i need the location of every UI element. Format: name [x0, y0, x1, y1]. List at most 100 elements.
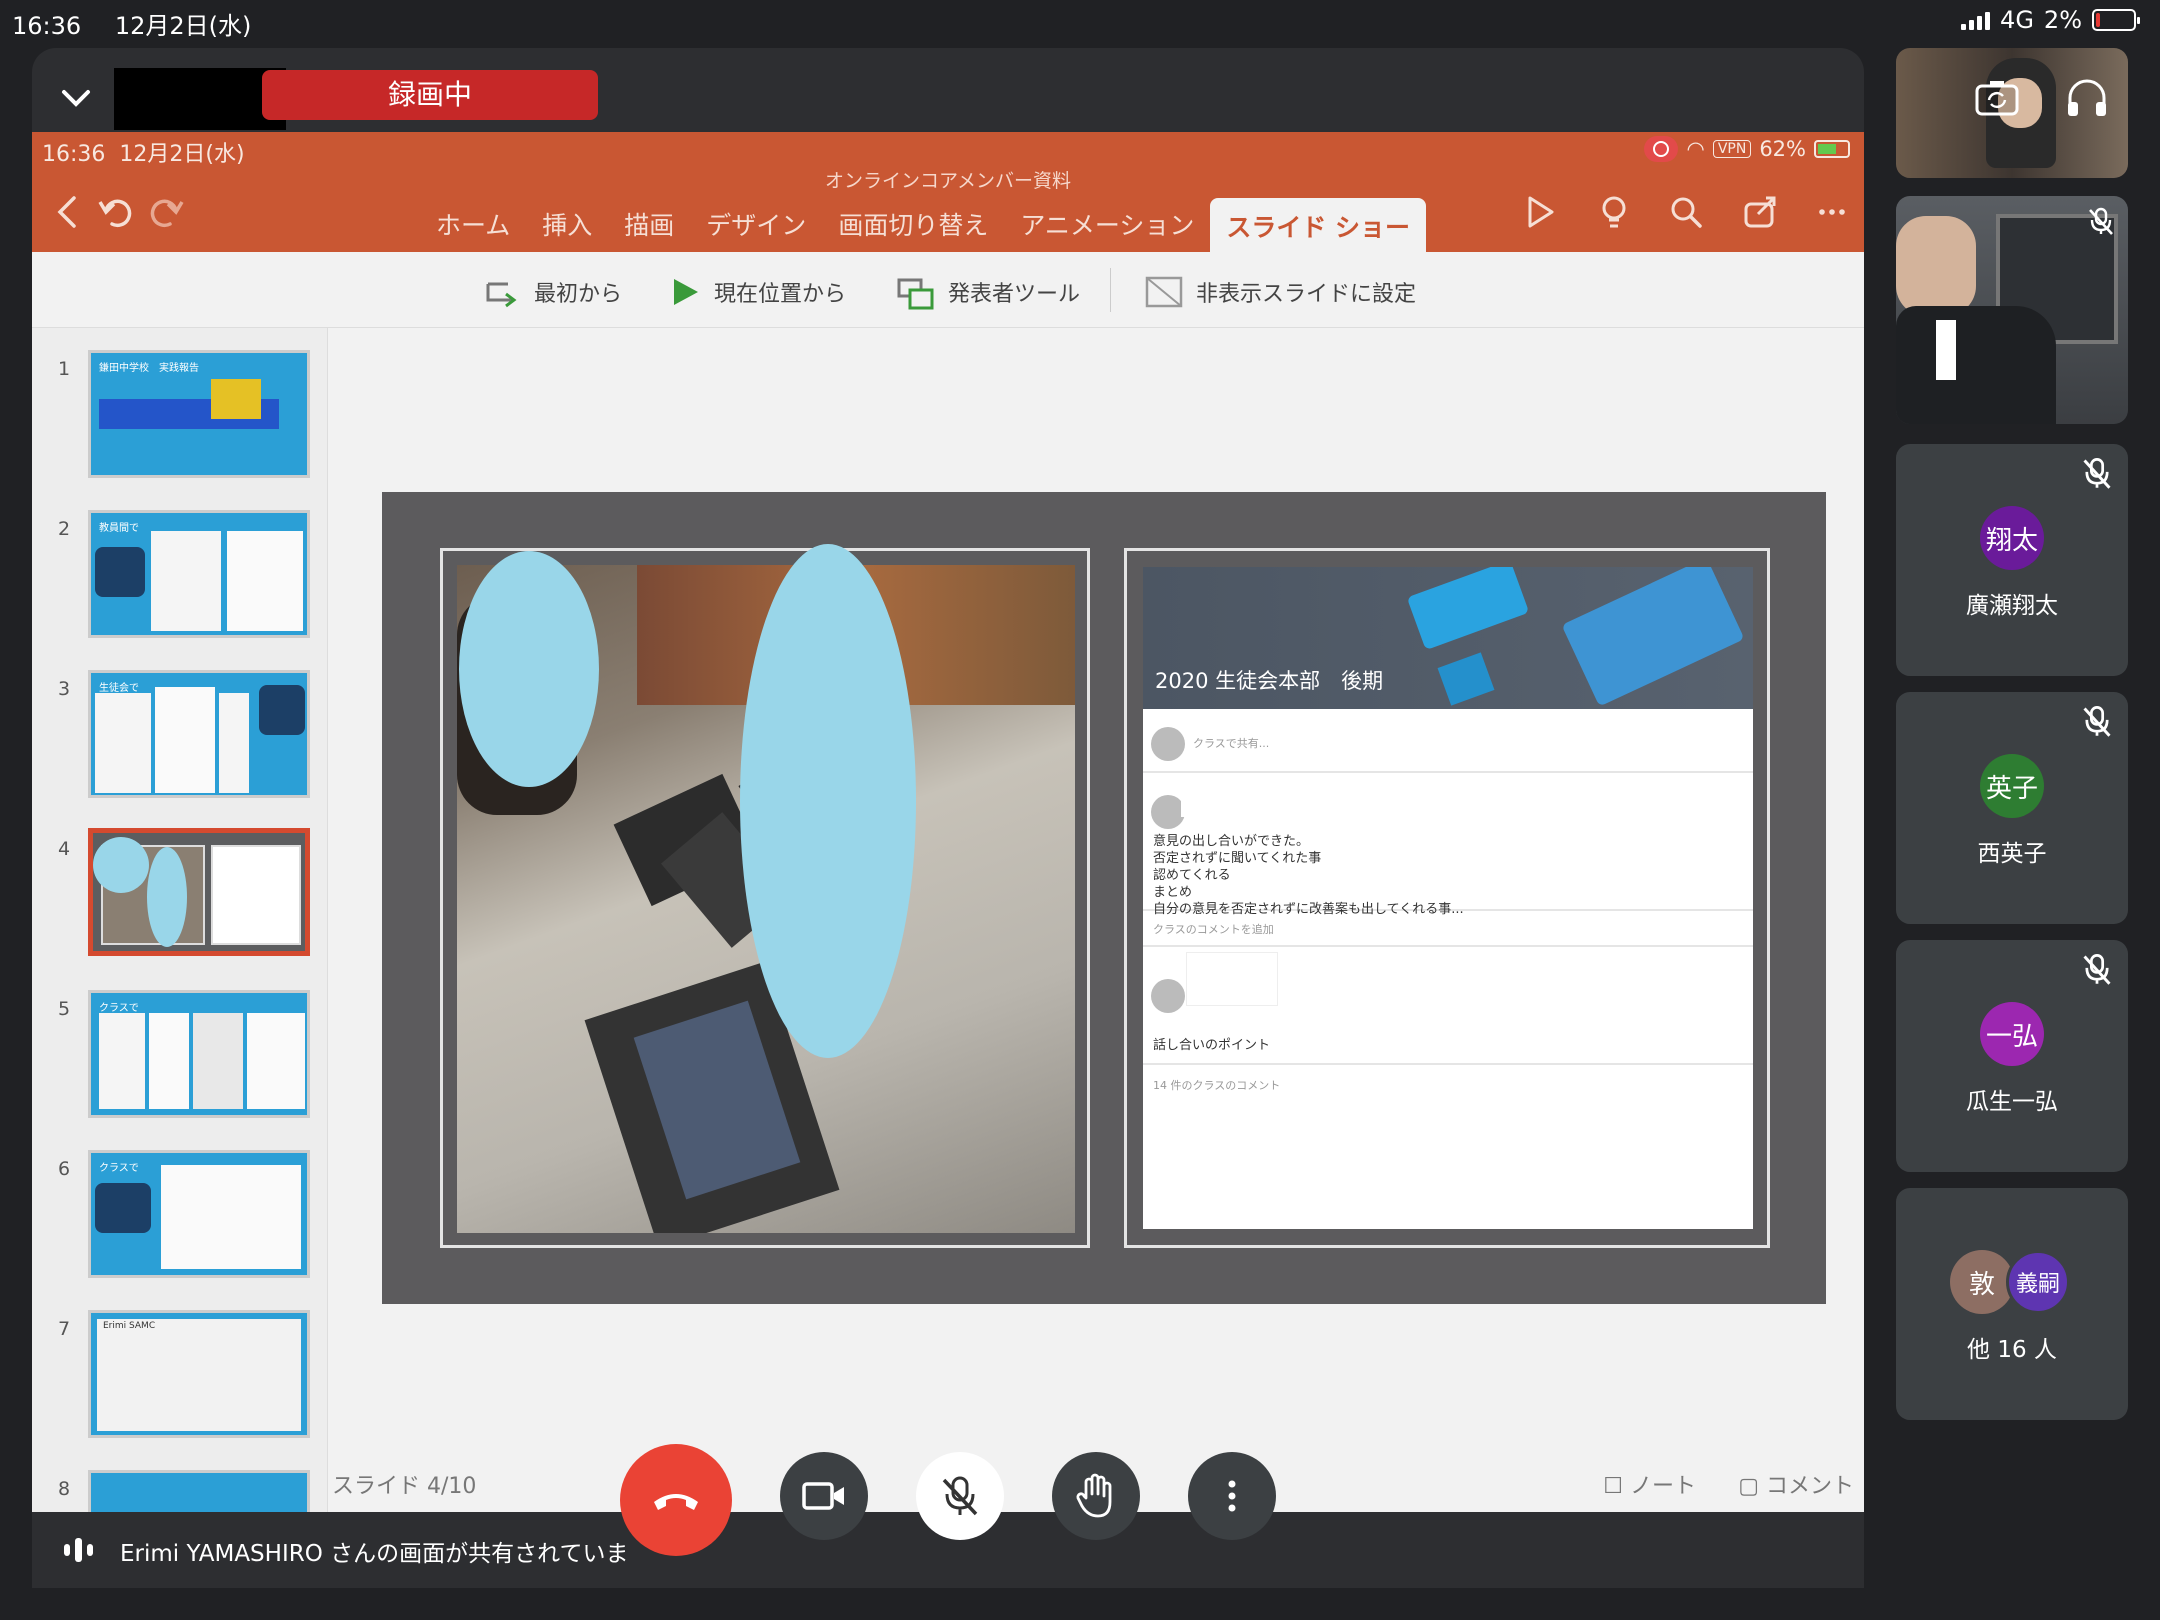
user-avatar	[1151, 795, 1185, 829]
camera-button[interactable]	[780, 1452, 868, 1540]
presenter-tools-button[interactable]: 発表者ツール	[896, 272, 1080, 312]
others-tile[interactable]: 敦 義嗣 他 16 人	[1896, 1188, 2128, 1420]
others-count: 他 16 人	[1967, 1337, 2057, 1363]
thumb-doc: Erimi SAMC	[97, 1319, 301, 1431]
classroom-banner: 2020 生徒会本部 後期	[1143, 567, 1753, 709]
slide-number: 8	[58, 1478, 71, 1500]
ppt-status-right: ◠ VPN 62%	[1644, 136, 1850, 162]
switch-camera-icon[interactable]	[1974, 78, 2020, 116]
tab-animations[interactable]: アニメーション	[1004, 198, 1210, 246]
thumb-callout	[95, 547, 145, 597]
headphones-icon[interactable]	[2064, 76, 2110, 120]
ppt-status-time: 16:36 12月2日(水)	[42, 142, 245, 167]
thumb-doc	[211, 845, 301, 945]
ribbon-divider	[1110, 268, 1111, 312]
suit	[1896, 306, 2056, 424]
slide-number: 3	[58, 678, 71, 700]
participant-video-tile[interactable]	[1896, 196, 2128, 424]
battery-icon	[2092, 9, 2140, 31]
slide-number: 6	[58, 1158, 71, 1180]
presenting-text: Erimi YAMASHIRO さんの画面が共有されていま	[120, 1541, 629, 1567]
raise-hand-button[interactable]	[1052, 1452, 1140, 1540]
classroom-frame: 2020 生徒会本部 後期 クラスで共有... 意見の出し合いができた。 否定さ…	[1124, 548, 1770, 1248]
share-box: クラスで共有...	[1143, 709, 1753, 773]
recording-badge: 録画中	[262, 70, 598, 120]
end-call-button[interactable]	[620, 1444, 732, 1556]
tab-home[interactable]: ホーム	[420, 198, 526, 246]
thumb-doc	[151, 531, 221, 631]
tab-slideshow[interactable]: スライド ショー	[1210, 198, 1427, 252]
slide-thumbnail-6[interactable]: クラスで	[88, 1150, 310, 1278]
battery-percent: 2%	[2043, 6, 2082, 34]
lightbulb-icon[interactable]	[1592, 190, 1636, 234]
banner-device	[1406, 567, 1530, 651]
slide-thumbnail-2[interactable]: 教員間で	[88, 510, 310, 638]
add-comment-label: クラスのコメントを追加	[1153, 923, 1274, 936]
more-options-button[interactable]	[1188, 1452, 1276, 1540]
add-comment-row: クラスのコメントを追加	[1143, 911, 1753, 947]
ppt-header: 16:36 12月2日(水) オンラインコアメンバー資料 ◠ VPN 62% ホ…	[32, 132, 1864, 252]
note-button[interactable]: ☐ ノート	[1603, 1468, 1696, 1500]
participant-tile[interactable]: 英子 西英子	[1896, 692, 2128, 924]
participant-tile[interactable]: 一弘 瓜生一弘	[1896, 940, 2128, 1172]
banner-phone	[1437, 652, 1495, 706]
from-start-icon	[486, 282, 517, 308]
slide-thumbnail-1[interactable]: 鎌田中学校 実践報告	[88, 350, 310, 478]
classroom-title: 2020 生徒会本部 後期	[1155, 669, 1384, 693]
thumb-title: Erimi SAMC	[103, 1321, 156, 1331]
slide-thumbnail-5[interactable]: クラスで	[88, 990, 310, 1118]
thumb-doc	[95, 693, 151, 793]
clock: 16:36	[12, 12, 82, 40]
tab-design[interactable]: デザイン	[690, 198, 822, 246]
mic-off-icon	[2083, 954, 2111, 985]
current-slide: 2020 生徒会本部 後期 クラスで共有... 意見の出し合いができた。 否定さ…	[382, 492, 1826, 1304]
avatar: 一弘	[1980, 1002, 2044, 1066]
slideshow-ribbon: 最初から 現在位置から 発表者ツール 非表示スライドに設定	[32, 252, 1864, 328]
avatar: 義嗣	[2006, 1250, 2070, 1314]
redaction-blob	[459, 551, 599, 787]
participant-name: 瓜生一弘	[1966, 1089, 2058, 1115]
participant-tile[interactable]: 翔太 廣瀬翔太	[1896, 444, 2128, 676]
classroom-stream: 2020 生徒会本部 後期 クラスで共有... 意見の出し合いができた。 否定さ…	[1143, 567, 1753, 1229]
back-icon[interactable]	[46, 190, 90, 234]
share-icon[interactable]	[1738, 190, 1782, 234]
slide-thumbnail-3[interactable]: 生徒会で	[88, 670, 310, 798]
post-body: 話し合いのポイント	[1153, 1038, 1271, 1053]
thumb-doc	[227, 531, 303, 631]
stream-post: 話し合いのポイント	[1143, 947, 1753, 1065]
redo-icon[interactable]	[144, 190, 188, 234]
mic-off-icon	[2089, 207, 2113, 235]
hide-slide-button[interactable]: 非表示スライドに設定	[1144, 272, 1416, 312]
chevron-down-icon[interactable]	[52, 76, 100, 120]
slide-number: 2	[58, 518, 71, 540]
more-icon[interactable]	[1810, 190, 1854, 234]
tab-insert[interactable]: 挿入	[526, 198, 608, 246]
slide-thumbnail-4-selected[interactable]	[88, 828, 310, 956]
user-avatar	[1151, 979, 1185, 1013]
participant-name: 西英子	[1977, 841, 2047, 867]
undo-icon[interactable]	[94, 190, 138, 234]
from-current-button[interactable]: 現在位置から	[668, 272, 846, 312]
slide-status: スライド 4/10	[332, 1474, 477, 1499]
stream-post: 意見の出し合いができた。 否定されずに聞いてくれた事 認めてくれる まとめ 自分…	[1143, 773, 1753, 917]
thumb-doc	[99, 1013, 145, 1109]
microphone-button[interactable]	[916, 1452, 1004, 1540]
tab-transitions[interactable]: 画面切り替え	[822, 198, 1004, 246]
hide-slide-icon	[1145, 276, 1183, 308]
tab-draw[interactable]: 描画	[608, 198, 690, 246]
mic-off-icon	[2083, 458, 2111, 489]
self-video-tile[interactable]	[1896, 48, 2128, 178]
redacted-name	[1187, 953, 1277, 1005]
redaction-blob	[740, 544, 916, 1058]
search-icon[interactable]	[1664, 190, 1708, 234]
play-icon[interactable]	[1518, 190, 1562, 234]
user-avatar	[1151, 727, 1185, 761]
share-placeholder: クラスで共有...	[1193, 737, 1270, 750]
thumb-callout	[259, 685, 305, 735]
slide-thumbnail-8[interactable]	[88, 1470, 310, 1512]
from-start-button[interactable]: 最初から	[482, 272, 622, 312]
slide-thumbnail-7[interactable]: Erimi SAMC	[88, 1310, 310, 1438]
audio-levels-icon	[64, 1538, 93, 1562]
thumb-doc	[161, 1165, 301, 1269]
comment-button[interactable]: ▢ コメント	[1738, 1468, 1854, 1500]
